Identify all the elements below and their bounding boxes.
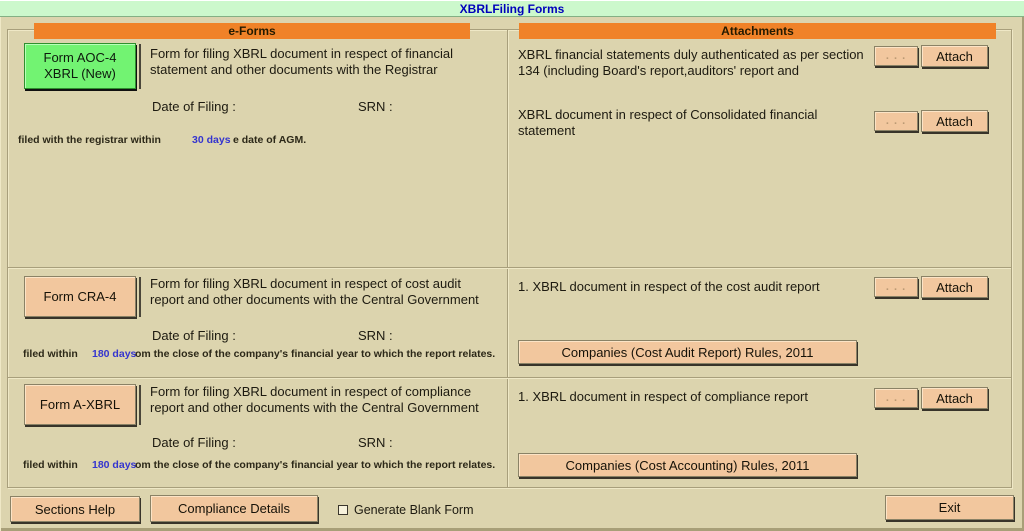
form-aoc4-xbrl-button[interactable]: Form AOC-4 XBRL (New) [24, 43, 136, 89]
filed-within-suffix-1: e date of AGM. [233, 134, 306, 146]
exit-button[interactable]: Exit [885, 495, 1014, 520]
filed-within-days-3: 180 days [92, 459, 136, 471]
cost-accounting-rules-button[interactable]: Companies (Cost Accounting) Rules, 2011 [518, 453, 857, 477]
filed-within-days-1: 30 days [192, 134, 231, 146]
attachments-header: Attachments [519, 23, 996, 39]
attachment-text-compliance: 1. XBRL document in respect of complianc… [518, 389, 868, 405]
filed-within-prefix-2: filed within [23, 348, 78, 360]
form-cra4-description: Form for filing XBRL document in respect… [150, 276, 498, 309]
title-bar: XBRLFiling Forms [0, 0, 1024, 17]
filed-within-suffix-3: om the close of the company's financial … [135, 459, 495, 471]
filed-within-prefix-1: filed with the registrar within [18, 134, 161, 146]
button-separator-line [139, 277, 141, 317]
browse-button-4[interactable]: . . . [874, 388, 918, 408]
attach-button-4[interactable]: Attach [921, 387, 988, 409]
attachment-text-financial-statements: XBRL financial statements duly authentic… [518, 47, 866, 80]
form-a-xbrl-button[interactable]: Form A-XBRL [24, 384, 136, 425]
form-aoc4-description: Form for filing XBRL document in respect… [150, 46, 488, 79]
sections-help-button[interactable]: Sections Help [10, 496, 140, 522]
date-of-filing-label-2: Date of Filing : [152, 328, 236, 343]
attachment-text-cost-audit: 1. XBRL document in respect of the cost … [518, 279, 868, 295]
attach-button-3[interactable]: Attach [921, 276, 988, 298]
filed-within-days-2: 180 days [92, 348, 136, 360]
generate-blank-form-label: Generate Blank Form [354, 503, 474, 517]
form-cra4-button[interactable]: Form CRA-4 [24, 276, 136, 317]
form-aoc4-label-line1: Form AOC-4 [44, 50, 117, 66]
form-a-xbrl-description: Form for filing XBRL document in respect… [150, 384, 498, 417]
browse-button-2[interactable]: . . . [874, 111, 918, 131]
srn-label-1: SRN : [358, 99, 393, 114]
date-of-filing-label-1: Date of Filing : [152, 99, 236, 114]
section-divider-2 [8, 377, 1011, 378]
button-separator-line [139, 44, 141, 89]
srn-label-2: SRN : [358, 328, 393, 343]
attach-button-2[interactable]: Attach [921, 110, 988, 132]
content-panel [7, 29, 1012, 488]
window-title: XBRLFiling Forms [460, 2, 565, 16]
generate-blank-form-checkbox[interactable] [338, 505, 348, 515]
section-divider-1 [8, 267, 1011, 268]
srn-label-3: SRN : [358, 435, 393, 450]
filed-within-suffix-2: om the close of the company's financial … [135, 348, 495, 360]
form-aoc4-label-line2: XBRL (New) [44, 66, 116, 82]
button-separator-line [139, 385, 141, 425]
attachment-text-consolidated: XBRL document in respect of Consolidated… [518, 107, 866, 140]
xbrl-filing-forms-window: XBRLFiling Forms e-Forms Attachments For… [0, 0, 1024, 531]
browse-button-1[interactable]: . . . [874, 46, 918, 66]
filed-within-prefix-3: filed within [23, 459, 78, 471]
compliance-details-button[interactable]: Compliance Details [150, 495, 318, 522]
browse-button-3[interactable]: . . . [874, 277, 918, 297]
attach-button-1[interactable]: Attach [921, 45, 988, 67]
cost-audit-rules-button[interactable]: Companies (Cost Audit Report) Rules, 201… [518, 340, 857, 364]
eforms-header: e-Forms [34, 23, 470, 39]
date-of-filing-label-3: Date of Filing : [152, 435, 236, 450]
column-divider [507, 30, 508, 487]
